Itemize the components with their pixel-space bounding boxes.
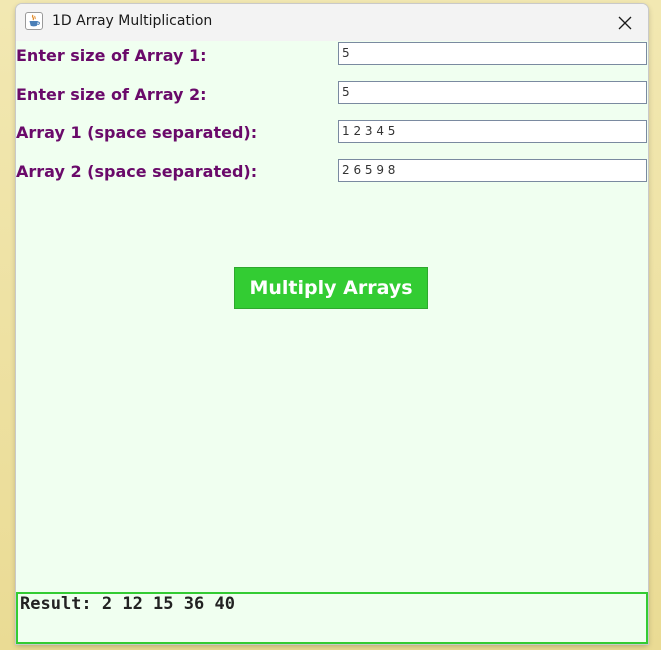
close-icon — [618, 16, 632, 29]
array2-label: Array 2 (space separated): — [16, 162, 258, 181]
app-window: 1D Array Multiplication Enter size of Ar… — [16, 4, 648, 644]
size2-label: Enter size of Array 2: — [16, 85, 207, 104]
array1-label: Array 1 (space separated): — [16, 123, 258, 142]
array1-input[interactable]: 1 2 3 4 5 — [338, 120, 647, 143]
window-title: 1D Array Multiplication — [52, 13, 213, 29]
multiply-arrays-button[interactable]: Multiply Arrays — [234, 267, 428, 309]
close-button[interactable] — [602, 4, 648, 41]
title-bar[interactable]: 1D Array Multiplication — [16, 4, 648, 41]
size1-input[interactable]: 5 — [338, 42, 647, 65]
size1-label: Enter size of Array 1: — [16, 46, 207, 65]
result-area[interactable]: Result: 2 12 15 36 40 — [16, 592, 648, 644]
size2-input[interactable]: 5 — [338, 81, 647, 104]
result-text: Result: 2 12 15 36 40 — [20, 594, 235, 614]
java-cup-icon — [25, 12, 43, 30]
array2-input[interactable]: 2 6 5 9 8 — [338, 159, 647, 182]
